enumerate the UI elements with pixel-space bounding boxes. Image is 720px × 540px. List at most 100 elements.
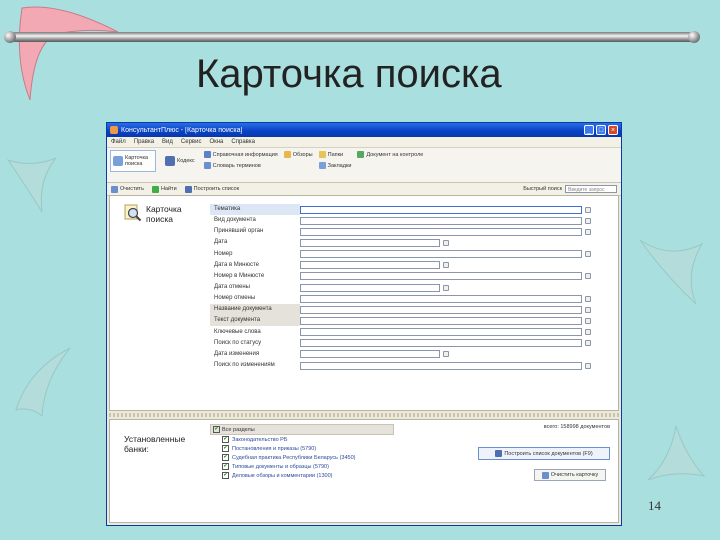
reference-info-button[interactable]: Справочная информация bbox=[203, 151, 278, 158]
search-field-input[interactable] bbox=[300, 316, 582, 325]
search-field-input[interactable] bbox=[300, 361, 582, 370]
search-field-label[interactable]: Принявший орган bbox=[210, 226, 300, 237]
dictionary-label: Словарь терминов bbox=[212, 162, 261, 169]
field-dictionary-icon[interactable] bbox=[443, 351, 449, 358]
build-list-toolbar-button[interactable]: Построить список bbox=[184, 185, 239, 193]
boomerang-decoration-top-left bbox=[18, 6, 119, 101]
menu-view[interactable]: Вид bbox=[162, 139, 173, 145]
search-field-input[interactable] bbox=[300, 227, 582, 236]
close-icon[interactable]: × bbox=[608, 125, 618, 135]
bookmarks-label: Закладки bbox=[327, 162, 352, 169]
search-field-label[interactable]: Номер отмены bbox=[210, 293, 300, 304]
menu-windows[interactable]: Окна bbox=[209, 139, 223, 145]
slide-title: Карточка поиска bbox=[196, 52, 502, 96]
search-field-input[interactable] bbox=[300, 350, 440, 359]
search-card-title: Карточка поиска bbox=[146, 204, 182, 224]
field-dictionary-icon[interactable] bbox=[443, 262, 449, 269]
control-document-button[interactable]: Документ на контроле bbox=[357, 151, 423, 158]
rule-cap-right bbox=[688, 31, 700, 43]
clear-button[interactable]: Очистить bbox=[111, 185, 144, 193]
search-field-row: Дата bbox=[210, 237, 600, 248]
folders-button[interactable]: Папки bbox=[318, 151, 352, 158]
toolbar-group-folders: Папки Закладки bbox=[318, 150, 352, 169]
menu-bar: Файл Правка Вид Сервис Окна Справка bbox=[107, 137, 621, 148]
installed-bases-title: Установленные банки: bbox=[124, 434, 186, 454]
reviews-label: Обзоры bbox=[292, 151, 313, 158]
base-list-item[interactable]: ✔ Типовые документы и образцы (5790) bbox=[210, 462, 394, 471]
field-dictionary-icon[interactable] bbox=[585, 329, 591, 336]
search-field-label[interactable]: Дата отмены bbox=[210, 282, 300, 293]
base-list-item[interactable]: ✔ Судебная практика Республики Беларусь (… bbox=[210, 453, 394, 462]
search-field-input[interactable] bbox=[300, 305, 582, 314]
search-field-label[interactable]: Дата в Минюсте bbox=[210, 260, 300, 271]
checkbox-icon[interactable]: ✔ bbox=[222, 454, 229, 461]
search-field-input[interactable] bbox=[300, 238, 440, 247]
build-list-button[interactable]: Построить список документов (F9) bbox=[478, 447, 610, 460]
bases-actions: всего: 158998 документов Построить списо… bbox=[478, 424, 610, 481]
checkbox-icon[interactable]: ✔ bbox=[222, 463, 229, 470]
field-dictionary-icon[interactable] bbox=[585, 362, 591, 369]
search-field-row: Тематика bbox=[210, 204, 600, 216]
toolbar-group-control: Документ на контроле bbox=[357, 150, 423, 158]
list-icon bbox=[495, 450, 503, 457]
base-list-item[interactable]: ✔ Постановления и приказы (5790) bbox=[210, 444, 394, 453]
quick-search-input[interactable]: Введите запрос bbox=[565, 185, 617, 193]
base-list-item[interactable]: ✔ Деловые обзоры и комментарии (1300) bbox=[210, 471, 394, 480]
field-dictionary-icon[interactable] bbox=[585, 228, 591, 235]
search-field-label[interactable]: Поиск по статусу bbox=[210, 338, 300, 349]
codex-toolbar-button[interactable]: Кодекс bbox=[162, 150, 198, 172]
search-field-input[interactable] bbox=[300, 272, 582, 281]
dictionary-button[interactable]: Словарь терминов bbox=[203, 162, 278, 169]
checkbox-icon[interactable]: ✔ bbox=[222, 472, 229, 479]
field-dictionary-icon[interactable] bbox=[585, 295, 591, 302]
bases-list-header[interactable]: ✔ Все разделы bbox=[210, 424, 394, 435]
field-dictionary-icon[interactable] bbox=[443, 239, 449, 246]
search-field-label[interactable]: Текст документа bbox=[210, 315, 300, 327]
search-field-label[interactable]: Номер в Минюсте bbox=[210, 271, 300, 282]
field-dictionary-icon[interactable] bbox=[585, 217, 591, 224]
search-field-input[interactable] bbox=[300, 261, 440, 270]
document-count: всего: 158998 документов bbox=[543, 424, 610, 430]
field-dictionary-icon[interactable] bbox=[585, 206, 591, 213]
find-button[interactable]: Найти bbox=[151, 185, 177, 193]
menu-service[interactable]: Сервис bbox=[181, 139, 202, 145]
search-field-label[interactable]: Тематика bbox=[210, 204, 300, 216]
search-field-label[interactable]: Номер bbox=[210, 249, 300, 260]
menu-help[interactable]: Справка bbox=[231, 139, 255, 145]
search-field-label[interactable]: Поиск по изменениям bbox=[210, 360, 300, 371]
menu-file[interactable]: Файл bbox=[111, 139, 126, 145]
search-field-label[interactable]: Дата bbox=[210, 237, 300, 248]
list-icon bbox=[184, 185, 192, 193]
reviews-button[interactable]: Обзоры bbox=[283, 151, 313, 158]
bookmarks-button[interactable]: Закладки bbox=[318, 162, 352, 169]
maximize-icon[interactable]: □ bbox=[596, 125, 606, 135]
field-dictionary-icon[interactable] bbox=[585, 273, 591, 280]
search-field-input[interactable] bbox=[300, 294, 582, 303]
search-field-input[interactable] bbox=[300, 339, 582, 348]
minimize-icon[interactable]: _ bbox=[584, 125, 594, 135]
panel-splitter[interactable] bbox=[109, 413, 619, 417]
checkbox-icon[interactable]: ✔ bbox=[222, 445, 229, 452]
search-field-input[interactable] bbox=[300, 250, 582, 259]
search-card-toolbar-button[interactable]: Карточка поиска bbox=[110, 150, 156, 172]
menu-edit[interactable]: Правка bbox=[134, 139, 154, 145]
search-field-label[interactable]: Ключевые слова bbox=[210, 327, 300, 338]
base-list-item[interactable]: ✔ Законодательство РБ bbox=[210, 435, 394, 444]
base-list-item-label: Судебная практика Республики Беларусь (3… bbox=[232, 454, 356, 461]
search-field-row: Текст документа bbox=[210, 315, 600, 327]
search-field-input[interactable] bbox=[300, 216, 582, 225]
search-field-input[interactable] bbox=[300, 205, 582, 214]
field-dictionary-icon[interactable] bbox=[585, 306, 591, 313]
search-field-label[interactable]: Название документа bbox=[210, 304, 300, 316]
field-dictionary-icon[interactable] bbox=[585, 251, 591, 258]
field-dictionary-icon[interactable] bbox=[443, 284, 449, 291]
search-field-label[interactable]: Дата изменения bbox=[210, 349, 300, 360]
search-field-input[interactable] bbox=[300, 328, 582, 337]
search-card-toolbar-label: Карточка поиска bbox=[125, 155, 149, 167]
checkbox-icon[interactable]: ✔ bbox=[222, 436, 229, 443]
clear-card-button[interactable]: Очистить карточку bbox=[534, 469, 606, 481]
field-dictionary-icon[interactable] bbox=[585, 317, 591, 324]
field-dictionary-icon[interactable] bbox=[585, 340, 591, 347]
search-field-input[interactable] bbox=[300, 283, 440, 292]
search-field-label[interactable]: Вид документа bbox=[210, 215, 300, 226]
